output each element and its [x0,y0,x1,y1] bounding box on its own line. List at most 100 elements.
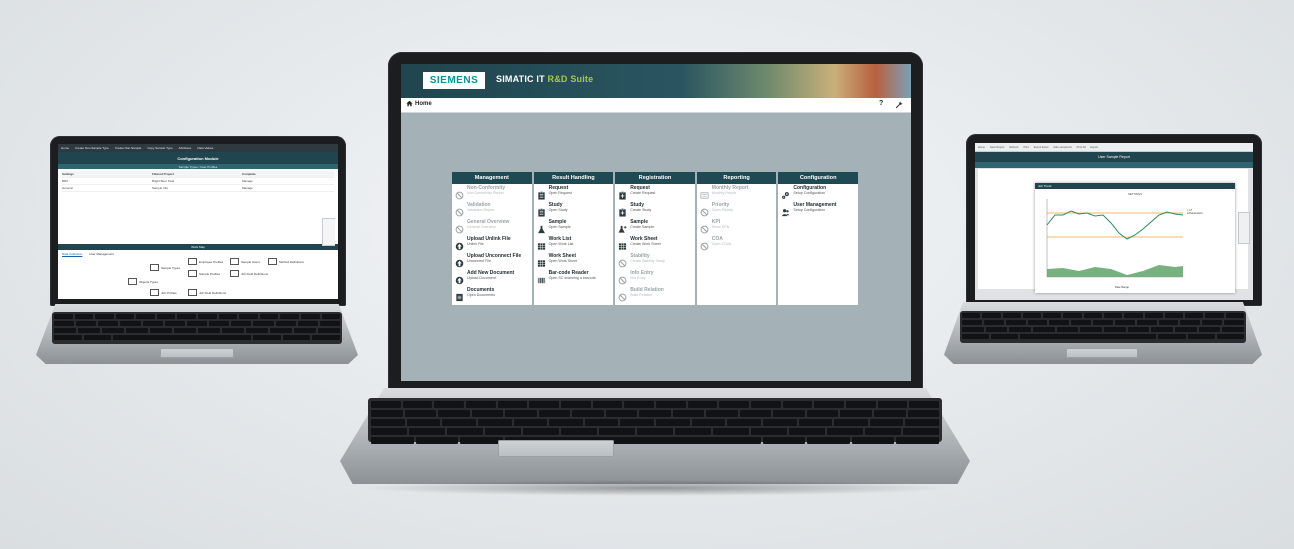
toolbar-print-button[interactable]: Print [1023,146,1028,149]
menu-item[interactable]: Upload Unlink File Unlink File [452,235,532,252]
toolbar-refresh-button[interactable]: Refresh [1009,146,1018,149]
touchpad [1066,348,1138,358]
menu-item: Stability Create Stability Study [615,252,695,269]
node-icon [188,258,197,265]
work-map-node[interactable]: Objects Types [128,278,158,285]
grid-icon [537,255,546,267]
menu-item-subtitle: Open COAs [711,241,732,246]
menu-item-subtitle: Monthly Report [711,190,737,195]
menu-item-subtitle: Open Study [548,207,568,212]
table-row[interactable]: General Sample Info Manage [62,185,334,192]
menu-item-text: KPI Show KPIs [712,220,730,229]
no-icon [455,221,464,234]
menu-item[interactable]: Sample Create Sample [615,218,695,235]
grid-icon [537,238,546,250]
menu-item-text: User Management Setup Configuration [793,203,836,212]
row-state-select[interactable]: Manage [242,179,282,183]
menu-item-subtitle: Unconnect File [467,258,491,263]
work-map-node[interactable]: Job Field Definitions [188,289,226,296]
table-row[interactable]: BRX Bright Beer Tank Manage [62,178,334,185]
no-icon [700,221,709,234]
menu-column-title: Configuration [778,172,858,184]
help-button[interactable]: ? [879,100,883,107]
node-icon [230,270,239,277]
work-map-node[interactable]: Sample Types [150,264,180,271]
work-map-node[interactable]: Job Field Definitions [230,270,268,277]
menu-item[interactable]: Work Sheet Create Work Sheet [615,235,695,252]
work-map-node[interactable]: Method Definitions [268,258,304,265]
header-strip [975,162,1253,168]
menu-item[interactable]: Request Open Request [534,184,614,201]
toolbar-export-button[interactable]: Export [1090,146,1098,149]
menu-item[interactable]: Work Sheet Open Work Sheet [534,252,614,269]
menu-item-text: Info Entry Info Entry [630,271,653,280]
users-icon [781,204,790,217]
menu-item: Monthly Report Monthly Report [697,184,777,201]
menu-column-management: Management Non-Conformity Non Conformity R… [452,172,532,305]
chart-legend: ■ LT ■ Parameters [1187,209,1203,215]
toolbar-hide-sample-list-button[interactable]: Hide sample list [1053,146,1071,149]
work-map-node[interactable]: Job Profiles [150,289,177,296]
legend-item: ■ Parameters [1187,212,1203,216]
menu-item: General Overview General Overview [452,218,532,235]
home-icon [406,100,413,107]
work-map-node[interactable]: Sample Profiles [188,270,220,277]
column-header: Settings [62,172,74,176]
toolbar-create-non-sample-button[interactable]: Create Non-Sample [115,146,142,150]
node-label: Sample Users [241,259,260,264]
home-link[interactable]: Home [406,100,432,107]
menu-column-title: Result Handling [533,172,614,184]
node-icon [150,264,159,271]
no-icon [455,204,464,217]
link-icon [455,272,464,285]
menu-item[interactable]: Work List Open Work List [534,235,614,252]
touchpad [498,440,614,457]
product-name-main: SIMATIC IT [496,74,545,84]
menu-item[interactable]: Add New Document Upload Document [452,269,532,286]
clipboard-plus-icon [618,204,627,217]
siemens-logo: SIEMENS [423,72,485,89]
toolbar-copy-sample-type-button[interactable]: Copy Sample Type [147,146,172,150]
menu-item[interactable]: Bar-code Reader Open SC scanning a barcod… [534,269,614,286]
toolbar-attributes-button[interactable]: Attributes [179,146,192,150]
menu-item-text: Stability Create Stability Study [630,254,665,263]
data-collection-link[interactable]: Data Collection [62,252,82,256]
toolbar-print-all-button[interactable]: Print All [1077,146,1086,149]
toolbar-save-report-button[interactable]: Save Report [990,146,1004,149]
product-name: SIMATIC IT R&D Suite [496,74,593,84]
menu-item[interactable]: Sample Open Sample [534,218,614,235]
work-map-node[interactable]: Employee Profiles [188,258,223,265]
menu-item[interactable]: User Management Setup Configuration [778,201,858,218]
toolbar-data-values-button[interactable]: Data Values [197,146,213,150]
menu-item: Info Entry Info Entry [615,269,695,286]
node-label: Sample Types [161,265,180,270]
module-menu: Management Non-Conformity Non Conformity R… [452,172,858,305]
menu-item-subtitle: Open Request [548,190,572,195]
menu-item[interactable]: Upload Unconnect File Unconnect File [452,252,532,269]
side-toolbox[interactable] [1238,212,1250,244]
wrench-icon[interactable] [895,101,903,109]
menu-column-reporting: Reporting Monthly Report Monthly Report Pri… [696,172,777,305]
menu-item[interactable]: Configuration Setup Configuration [778,184,858,201]
toolbar-home-button[interactable]: Home [978,146,985,149]
node-label: Job Field Definitions [241,271,269,276]
node-label: Job Field Definitions [199,290,227,295]
menu-item[interactable]: Study Create Study [615,201,695,218]
menu-item-text: Build Relation Build Relation [630,288,664,297]
toolbar-create-non-sample-type-button[interactable]: Create Non-Sample Type [75,146,109,150]
row-state-select[interactable]: Manage [242,186,282,190]
menu-item[interactable]: Study Open Study [534,201,614,218]
no-icon [700,238,709,251]
menu-item[interactable]: Documents Open Documents [452,286,532,303]
menu-item: Validation Validation Report [452,201,532,218]
toolbar-export-excel-button[interactable]: Export Excel [1034,146,1049,149]
side-toolbox[interactable] [322,218,335,246]
node-icon [188,270,197,277]
user-management-link[interactable]: User Management [89,252,114,256]
menu-item: Priority Open Priority [697,201,777,218]
no-icon [618,255,627,268]
product-name-suite: R&D Suite [547,74,594,84]
toolbar-home-button[interactable]: Home [61,146,69,150]
menu-item[interactable]: Request Create Request [615,184,695,201]
work-map-node[interactable]: Sample Users [230,258,260,265]
